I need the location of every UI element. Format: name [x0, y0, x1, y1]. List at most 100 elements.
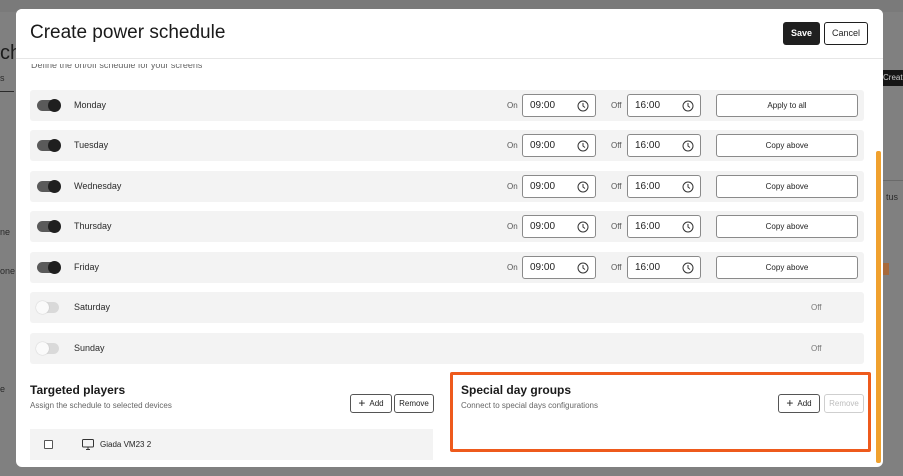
on-time-value: 09:00 [530, 140, 556, 151]
clock-icon[interactable] [682, 140, 694, 152]
background-tab-underline [0, 91, 14, 92]
on-label: On [507, 222, 518, 231]
clock-icon[interactable] [577, 181, 589, 193]
off-label: Off [611, 182, 622, 191]
off-time-input[interactable]: 16:00 [627, 215, 701, 238]
on-time-value: 09:00 [530, 100, 556, 111]
background-row-text: one [0, 266, 16, 276]
player-checkbox[interactable] [44, 440, 53, 449]
sunday-toggle[interactable] [36, 342, 59, 355]
on-time-input[interactable]: 09:00 [522, 256, 596, 279]
off-time-input[interactable]: 16:00 [627, 175, 701, 198]
clock-icon[interactable] [682, 221, 694, 233]
background-divider [883, 180, 903, 181]
day-row-saturday: Saturday Off [30, 292, 864, 323]
on-time-value: 09:00 [530, 181, 556, 192]
off-label: Off [611, 263, 622, 272]
copy-above-button[interactable]: Copy above [716, 175, 858, 198]
apply-to-all-button[interactable]: Apply to all [716, 94, 858, 117]
toggle-knob [48, 99, 61, 112]
copy-above-button[interactable]: Copy above [716, 215, 858, 238]
thursday-toggle[interactable] [37, 220, 61, 233]
clock-icon[interactable] [577, 100, 589, 112]
toggle-knob [48, 139, 61, 152]
on-label: On [507, 263, 518, 272]
toggle-knob [36, 301, 49, 314]
toggle-knob [36, 342, 49, 355]
off-time-value: 16:00 [635, 221, 661, 232]
on-time-value: 09:00 [530, 221, 556, 232]
off-label: Off [611, 141, 622, 150]
day-row-wednesday: Wednesday On 09:00 Off 16:00 Copy above [30, 171, 864, 202]
background-row-text: e [0, 384, 6, 394]
day-row-sunday: Sunday Off [30, 333, 864, 364]
day-row-monday: Monday On 09:00 Off 16:00 Apply to all [30, 90, 864, 121]
day-row-thursday: Thursday On 09:00 Off 16:00 Copy above [30, 211, 864, 242]
on-label: On [507, 182, 518, 191]
on-time-input[interactable]: 09:00 [522, 134, 596, 157]
add-player-button[interactable]: + Add [350, 394, 392, 413]
saturday-toggle[interactable] [36, 301, 59, 314]
scrollbar[interactable] [876, 151, 881, 463]
off-status: Off [811, 344, 822, 353]
off-time-input[interactable]: 16:00 [627, 134, 701, 157]
day-label: Saturday [74, 302, 111, 312]
off-status: Off [811, 303, 822, 312]
plus-icon: + [358, 396, 366, 410]
player-row[interactable]: Giada VM23 2 [30, 429, 433, 460]
background-status-header: tus [886, 192, 899, 202]
on-time-value: 09:00 [530, 262, 556, 273]
day-row-friday: Friday On 09:00 Off 16:00 Copy above [30, 252, 864, 283]
save-button[interactable]: Save [783, 22, 820, 45]
schedule-description: Define the on/off schedule for your scre… [31, 64, 203, 70]
background-create-button: Create [881, 70, 903, 86]
background-tab: s [0, 73, 5, 83]
on-label: On [507, 101, 518, 110]
on-time-input[interactable]: 09:00 [522, 94, 596, 117]
off-time-input[interactable]: 16:00 [627, 256, 701, 279]
off-time-value: 16:00 [635, 262, 661, 273]
clock-icon[interactable] [682, 181, 694, 193]
off-time-value: 16:00 [635, 181, 661, 192]
add-label: Add [369, 399, 384, 408]
targeted-players-description: Assign the schedule to selected devices [30, 401, 172, 410]
remove-player-button[interactable]: Remove [394, 394, 434, 413]
day-row-tuesday: Tuesday On 09:00 Off 16:00 Copy above [30, 130, 864, 161]
day-label: Sunday [74, 343, 105, 353]
dialog-header: Create power schedule Save Cancel [16, 9, 883, 59]
day-label: Thursday [74, 221, 112, 231]
clock-icon[interactable] [682, 100, 694, 112]
clock-icon[interactable] [577, 140, 589, 152]
monday-toggle[interactable] [37, 99, 61, 112]
wednesday-toggle[interactable] [37, 180, 61, 193]
copy-above-button[interactable]: Copy above [716, 134, 858, 157]
background-badge [882, 263, 889, 275]
create-power-schedule-dialog: Create power schedule Save Cancel Define… [16, 9, 883, 467]
friday-toggle[interactable] [37, 261, 61, 274]
toggle-knob [48, 220, 61, 233]
clock-icon[interactable] [577, 262, 589, 274]
toggle-knob [48, 180, 61, 193]
off-label: Off [611, 222, 622, 231]
day-label: Monday [74, 100, 107, 110]
on-time-input[interactable]: 09:00 [522, 175, 596, 198]
off-time-value: 16:00 [635, 100, 661, 111]
day-label: Tuesday [74, 140, 109, 150]
day-label: Friday [74, 262, 100, 272]
player-name: Giada VM23 2 [100, 440, 152, 449]
background-row-text: ne [0, 227, 11, 237]
on-time-input[interactable]: 09:00 [522, 215, 596, 238]
on-label: On [507, 141, 518, 150]
cancel-button[interactable]: Cancel [824, 22, 868, 45]
targeted-players-title: Targeted players [30, 383, 126, 397]
clock-icon[interactable] [682, 262, 694, 274]
toggle-knob [48, 261, 61, 274]
day-label: Wednesday [74, 181, 122, 191]
off-label: Off [611, 101, 622, 110]
clock-icon[interactable] [577, 221, 589, 233]
off-time-input[interactable]: 16:00 [627, 94, 701, 117]
special-day-groups-highlight [450, 372, 871, 452]
tuesday-toggle[interactable] [37, 139, 61, 152]
copy-above-button[interactable]: Copy above [716, 256, 858, 279]
dialog-title: Create power schedule [30, 22, 226, 43]
